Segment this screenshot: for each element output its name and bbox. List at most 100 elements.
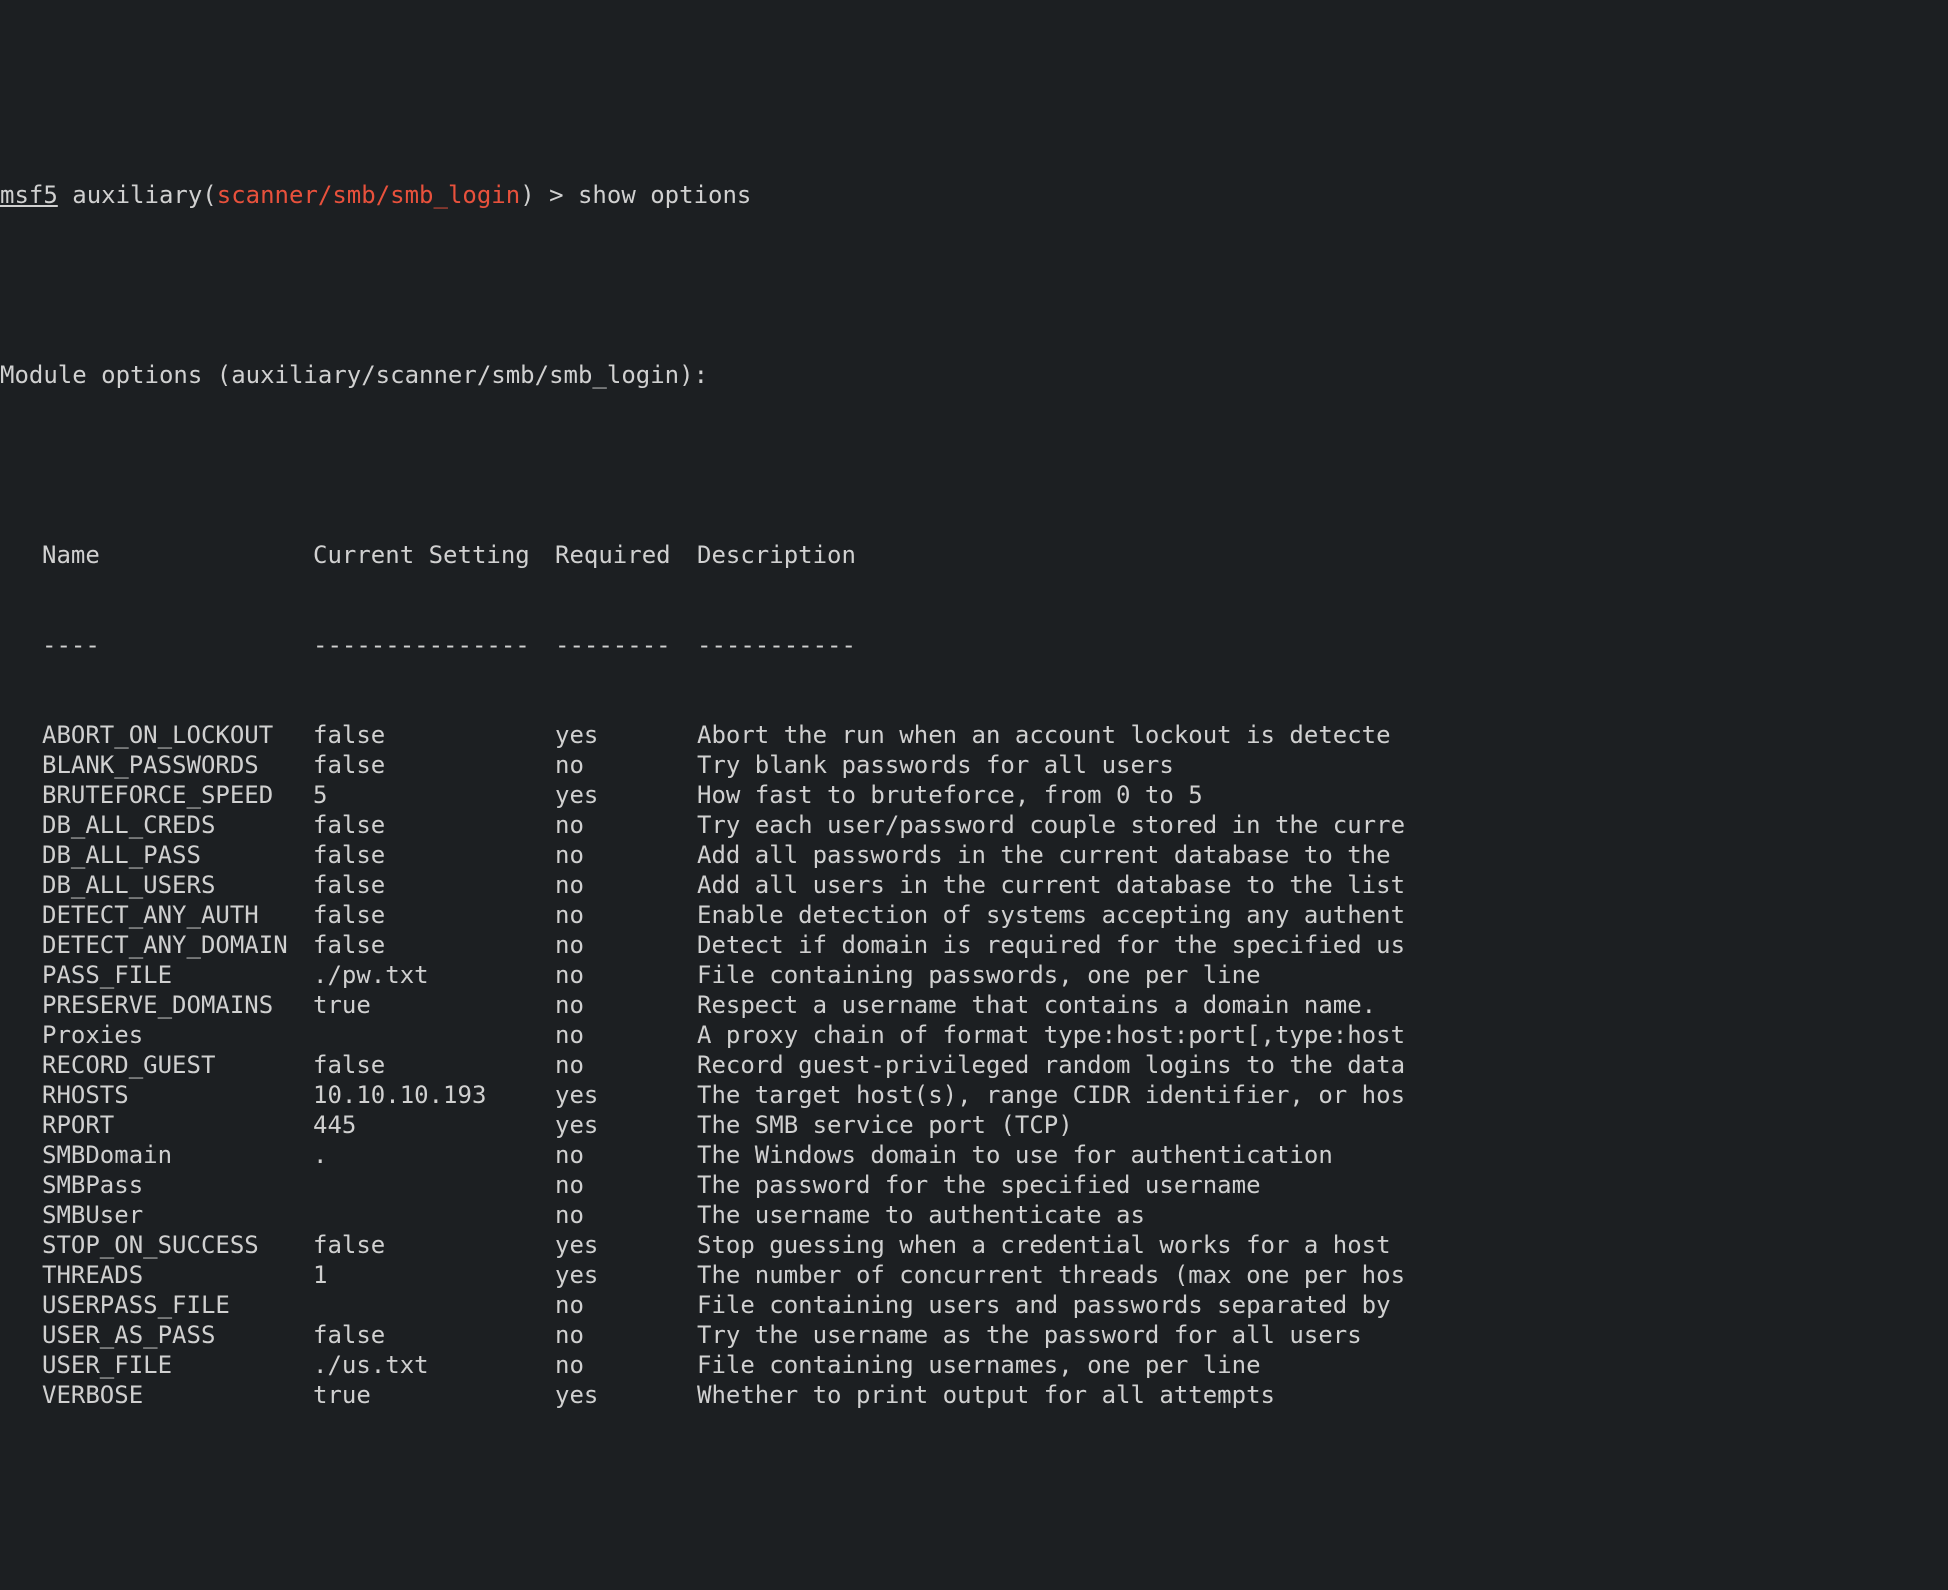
option-name: DB_ALL_USERS: [42, 870, 313, 900]
option-required: yes: [555, 1110, 697, 1140]
option-description: Stop guessing when a credential works fo…: [697, 1230, 1391, 1260]
option-setting: 1: [313, 1260, 555, 1290]
option-row: ProxiesnoA proxy chain of format type:ho…: [0, 1020, 1948, 1050]
option-name: RHOSTS: [42, 1080, 313, 1110]
option-name: RECORD_GUEST: [42, 1050, 313, 1080]
option-name: STOP_ON_SUCCESS: [42, 1230, 313, 1260]
option-name: USERPASS_FILE: [42, 1290, 313, 1320]
option-name: DB_ALL_PASS: [42, 840, 313, 870]
option-row: DB_ALL_CREDSfalsenoTry each user/passwor…: [0, 810, 1948, 840]
option-required: no: [555, 900, 697, 930]
option-row: DETECT_ANY_DOMAINfalsenoDetect if domain…: [0, 930, 1948, 960]
prompt-prefix: msf5: [0, 181, 58, 209]
option-description: The number of concurrent threads (max on…: [697, 1260, 1405, 1290]
option-name: PASS_FILE: [42, 960, 313, 990]
option-name: SMBUser: [42, 1200, 313, 1230]
option-name: ABORT_ON_LOCKOUT: [42, 720, 313, 750]
option-required: yes: [555, 780, 697, 810]
option-row: RECORD_GUESTfalsenoRecord guest-privileg…: [0, 1050, 1948, 1080]
option-row: RPORT445yesThe SMB service port (TCP): [0, 1110, 1948, 1140]
option-setting: ./us.txt: [313, 1350, 555, 1380]
option-row: USERPASS_FILE noFile containing users and…: [0, 1290, 1948, 1320]
option-setting: false: [313, 1320, 555, 1350]
option-setting: 5: [313, 780, 555, 810]
option-description: Add all passwords in the current databas…: [697, 840, 1391, 870]
option-name: RPORT: [42, 1110, 313, 1140]
option-row: RHOSTS10.10.10.193yesThe target host(s),…: [0, 1080, 1948, 1110]
option-required: no: [555, 1020, 697, 1050]
option-name: THREADS: [42, 1260, 313, 1290]
blank-line: [0, 270, 1948, 300]
option-name: DB_ALL_CREDS: [42, 810, 313, 840]
option-required: no: [555, 990, 697, 1020]
option-required: no: [555, 870, 697, 900]
command-text: show options: [578, 181, 751, 209]
option-setting: true: [313, 990, 555, 1020]
option-name: DETECT_ANY_DOMAIN: [42, 930, 313, 960]
prompt-module-path: scanner/smb/smb_login: [217, 181, 520, 209]
rule-required: --------: [555, 630, 697, 660]
option-row: ABORT_ON_LOCKOUTfalseyesAbort the run wh…: [0, 720, 1948, 750]
rule-description: -----------: [697, 630, 856, 660]
header-description: Description: [697, 540, 856, 570]
terminal-output: msf5 auxiliary(scanner/smb/smb_login) > …: [0, 120, 1948, 1440]
option-row: DB_ALL_USERSfalsenoAdd all users in the …: [0, 870, 1948, 900]
option-required: no: [555, 1170, 697, 1200]
option-row: SMBDomain.noThe Windows domain to use fo…: [0, 1140, 1948, 1170]
header-name: Name: [42, 540, 313, 570]
option-description: The password for the specified username: [697, 1170, 1261, 1200]
option-description: File containing passwords, one per line: [697, 960, 1261, 990]
option-name: Proxies: [42, 1020, 313, 1050]
option-description: Detect if domain is required for the spe…: [697, 930, 1405, 960]
option-row: PASS_FILE./pw.txtnoFile containing passw…: [0, 960, 1948, 990]
option-setting: [313, 1020, 555, 1050]
module-options-header: Module options (auxiliary/scanner/smb/sm…: [0, 360, 1948, 390]
option-required: no: [555, 1350, 697, 1380]
option-setting: false: [313, 720, 555, 750]
option-required: yes: [555, 720, 697, 750]
option-setting: false: [313, 840, 555, 870]
options-header-row: NameCurrent SettingRequiredDescription: [0, 540, 1948, 570]
option-name: BLANK_PASSWORDS: [42, 750, 313, 780]
option-description: The username to authenticate as: [697, 1200, 1145, 1230]
option-row: DB_ALL_PASSfalsenoAdd all passwords in t…: [0, 840, 1948, 870]
option-required: yes: [555, 1260, 697, 1290]
option-description: The target host(s), range CIDR identifie…: [697, 1080, 1405, 1110]
option-setting: [313, 1200, 555, 1230]
option-row: USER_FILE./us.txtnoFile containing usern…: [0, 1350, 1948, 1380]
option-required: no: [555, 840, 697, 870]
option-description: Respect a username that contains a domai…: [697, 990, 1376, 1020]
option-required: no: [555, 1200, 697, 1230]
option-row: BLANK_PASSWORDSfalsenoTry blank password…: [0, 750, 1948, 780]
option-setting: false: [313, 750, 555, 780]
option-description: Try the username as the password for all…: [697, 1320, 1362, 1350]
option-setting: false: [313, 930, 555, 960]
option-required: no: [555, 1050, 697, 1080]
option-row: DETECT_ANY_AUTHfalsenoEnable detection o…: [0, 900, 1948, 930]
option-name: VERBOSE: [42, 1380, 313, 1410]
option-description: Try each user/password couple stored in …: [697, 810, 1405, 840]
option-setting: .: [313, 1140, 555, 1170]
option-required: no: [555, 1320, 697, 1350]
option-required: no: [555, 1290, 697, 1320]
option-description: File containing users and passwords sepa…: [697, 1290, 1391, 1320]
option-row: BRUTEFORCE_SPEED5yesHow fast to brutefor…: [0, 780, 1948, 810]
option-row: VERBOSEtrueyesWhether to print output fo…: [0, 1380, 1948, 1410]
option-row: USER_AS_PASSfalsenoTry the username as t…: [0, 1320, 1948, 1350]
option-row: THREADS1yesThe number of concurrent thre…: [0, 1260, 1948, 1290]
option-name: SMBDomain: [42, 1140, 313, 1170]
option-required: no: [555, 750, 697, 780]
option-required: yes: [555, 1230, 697, 1260]
option-name: USER_AS_PASS: [42, 1320, 313, 1350]
option-description: The SMB service port (TCP): [697, 1110, 1073, 1140]
prompt-line[interactable]: msf5 auxiliary(scanner/smb/smb_login) > …: [0, 180, 1948, 210]
option-name: USER_FILE: [42, 1350, 313, 1380]
option-description: Abort the run when an account lockout is…: [697, 720, 1391, 750]
prompt-context-prefix: auxiliary(: [58, 181, 217, 209]
prompt-context-suffix: ) >: [520, 181, 578, 209]
option-description: Add all users in the current database to…: [697, 870, 1405, 900]
option-name: PRESERVE_DOMAINS: [42, 990, 313, 1020]
option-setting: false: [313, 1230, 555, 1260]
option-setting: false: [313, 1050, 555, 1080]
option-description: Enable detection of systems accepting an…: [697, 900, 1405, 930]
